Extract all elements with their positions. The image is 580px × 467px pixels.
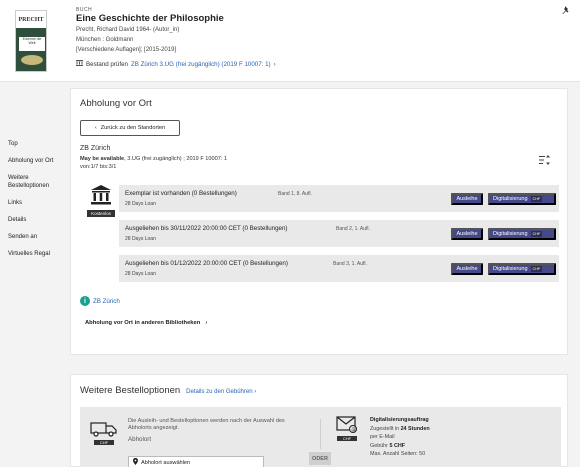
location-status-bold: May be available <box>80 156 125 162</box>
other-libraries-link[interactable]: Abholung vor Ort in anderen Bibliotheken… <box>85 320 207 326</box>
item-row[interactable]: Ausgeliehen bis 30/11/2022 20:00:00 CET … <box>119 220 559 247</box>
item-status: Exemplar ist vorhanden (0 Bestellungen) <box>125 190 237 197</box>
mail-chf-tag: CHF <box>337 436 357 441</box>
item-loan: 28 Days Loan <box>125 201 156 207</box>
loan-button[interactable]: Ausleihe <box>451 228 483 240</box>
location-info-link[interactable]: i ZB Zürich <box>80 296 120 306</box>
info-icon: i <box>80 296 90 306</box>
location-pin-icon <box>133 458 138 467</box>
cover-subtitle: Erkenne die Welt <box>19 37 45 51</box>
digi-delivery-prefix: Zugestellt in <box>370 425 401 432</box>
digitization-button[interactable]: Digitalisierung CHF <box>488 263 556 275</box>
left-navigation: Top Abholung vor Ort Weitere Bestellopti… <box>8 140 66 267</box>
pin-icon[interactable] <box>562 6 570 14</box>
location-info-label: ZB Zürich <box>93 297 120 305</box>
record-title[interactable]: Eine Geschichte der Philosophie <box>76 13 224 24</box>
digitization-label: Digitalisierung <box>493 231 528 237</box>
item-status: Ausgeliehen bis 01/12/2022 20:00:00 CET … <box>125 260 288 267</box>
availability-prefix: Bestand prüfen <box>86 60 128 68</box>
pickup-location-label: Abholort <box>128 436 152 443</box>
item-loan: 28 Days Loan <box>125 271 156 277</box>
more-options-panel: Weitere Bestelloptionen Details zu den G… <box>70 374 568 467</box>
more-options-title: Weitere Bestelloptionen <box>80 385 181 396</box>
sort-icon[interactable] <box>539 155 551 165</box>
pickup-title: Abholung vor Ort <box>80 98 152 109</box>
item-row[interactable]: Ausgeliehen bis 01/12/2022 20:00:00 CET … <box>119 255 559 282</box>
more-options-header: Weitere Bestelloptionen Details zu den G… <box>80 385 256 396</box>
fees-details-link[interactable]: Details zu den Gebühren › <box>186 389 256 395</box>
location-range: von:1/7 bis:3/1 <box>80 164 117 170</box>
library-small-icon <box>76 60 83 68</box>
free-tag: Kostenlos <box>87 210 115 217</box>
chevron-right-icon[interactable]: › <box>274 61 276 68</box>
or-separator: ODER <box>309 452 331 465</box>
nav-item-virtual-shelf[interactable]: Virtuelles Regal <box>8 250 66 258</box>
nav-item-pickup[interactable]: Abholung vor Ort <box>8 157 66 165</box>
digi-delivery-method: per E-Mail <box>370 434 395 441</box>
digi-fee: 5 CHF <box>389 442 406 449</box>
mail-icon: @ CHF <box>336 415 358 443</box>
digitization-label: Digitalisierung <box>493 266 528 272</box>
back-to-locations-button[interactable]: ‹ Zurück zu den Standorten <box>80 120 180 136</box>
item-row[interactable]: Exemplar ist vorhanden (0 Bestellungen) … <box>119 185 559 212</box>
chevron-right-icon: › <box>205 320 208 326</box>
digitization-button[interactable]: Digitalisierung CHF <box>488 193 556 205</box>
record-header: PRECHT Erkenne die Welt BUCH Eine Geschi… <box>0 0 580 82</box>
digi-max-pages: Max. Anzahl Seiten: 50 <box>370 451 426 458</box>
location-name: ZB Zürich <box>80 145 111 152</box>
truck-chf-tag: CHF <box>94 440 114 445</box>
back-button-label: Zurück zu den Standorten <box>100 125 166 131</box>
chf-badge: CHF <box>530 231 543 237</box>
pickup-select-value: Abholort auswählen <box>141 459 191 466</box>
digitization-label: Digitalisierung <box>493 196 528 202</box>
item-band: Band 2, 1. Aufl. <box>336 226 370 232</box>
delivery-truck-icon: CHF <box>90 421 118 445</box>
digitization-title: Digitalisierungsauftrag <box>370 417 429 423</box>
item-band: Band 3, 1. Aufl. <box>333 261 367 267</box>
pickup-location-select[interactable]: Abholort auswählen <box>128 456 264 467</box>
book-cover[interactable]: PRECHT Erkenne die Welt <box>15 10 47 72</box>
cover-author: PRECHT <box>16 11 46 28</box>
location-status-rest: , 3.UG (frei zugänglich) ; 2019 F 10007:… <box>124 156 228 162</box>
nav-item-top[interactable]: Top <box>8 140 66 148</box>
loan-button[interactable]: Ausleihe <box>451 263 483 275</box>
svg-text:@: @ <box>351 427 356 433</box>
options-box: CHF Die Ausleih- und Bestelloptionen wer… <box>80 407 561 467</box>
digitization-button[interactable]: Digitalisierung CHF <box>488 228 556 240</box>
fees-details-label: Details zu den Gebühren <box>186 389 253 395</box>
chf-badge: CHF <box>530 266 543 272</box>
digi-delivery-time: 24 Stunden <box>400 425 430 432</box>
record-author: Precht, Richard David 1964- (Autor_in) <box>76 27 180 33</box>
nav-item-links[interactable]: Links <box>8 199 66 207</box>
loan-button[interactable]: Ausleihe <box>451 193 483 205</box>
library-icon: Kostenlos <box>87 184 115 218</box>
digi-fee-prefix: Gebühr <box>370 442 390 449</box>
pickup-panel: Abholung vor Ort ‹ Zurück zu den Standor… <box>70 88 568 355</box>
nav-item-more-options[interactable]: Weitere Bestelloptionen <box>8 174 66 190</box>
item-status: Ausgeliehen bis 30/11/2022 20:00:00 CET … <box>125 225 288 232</box>
record-publisher: München : Goldmann <box>76 37 134 43</box>
other-libraries-label: Abholung vor Ort in anderen Bibliotheken <box>85 320 201 326</box>
availability-line: Bestand prüfen ZB Zürich 3.UG (frei zugä… <box>76 60 276 68</box>
availability-link[interactable]: ZB Zürich 3.UG (frei zugänglich) (2019 F… <box>131 61 271 68</box>
item-band: Band 1, 8. Aufl. <box>278 191 312 197</box>
location-status: May be available, 3.UG (frei zugänglich)… <box>80 156 227 162</box>
chevron-left-icon: ‹ <box>94 125 97 131</box>
divider <box>320 419 321 449</box>
nav-item-details[interactable]: Details <box>8 216 66 224</box>
chf-badge: CHF <box>530 196 543 202</box>
cover-image <box>21 55 43 65</box>
pickup-info-text: Die Ausleih- und Bestelloptionen werden … <box>128 418 285 431</box>
digitization-info: Digitalisierungsauftrag Zugestellt in 24… <box>370 416 430 459</box>
record-edition: [Verschiedene Auflagen]; [2015-2019] <box>76 47 177 53</box>
item-loan: 28 Days Loan <box>125 236 156 242</box>
nav-item-send-to[interactable]: Senden an <box>8 233 66 241</box>
